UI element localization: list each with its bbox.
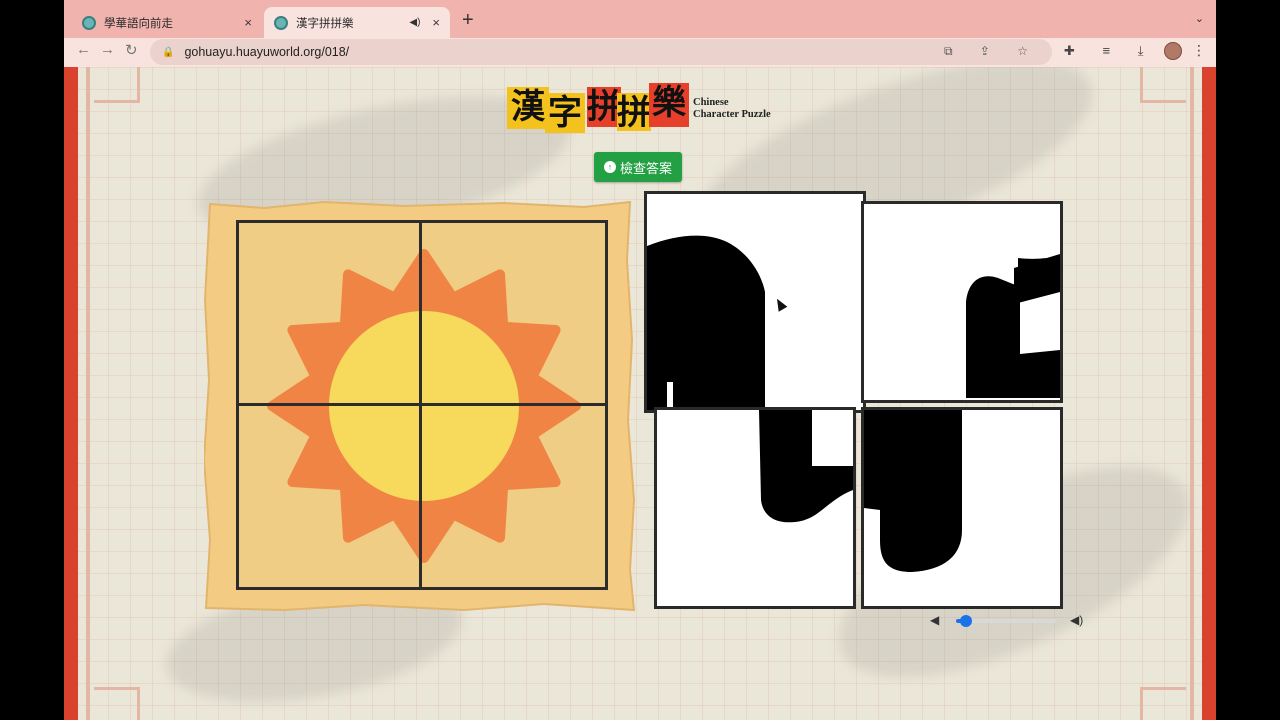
right-frame-line [1190, 67, 1194, 720]
volume-high-icon[interactable]: ◀) [1070, 613, 1083, 627]
back-icon[interactable]: ← [76, 41, 91, 58]
puzzle-tile-bottom-right[interactable] [861, 407, 1063, 609]
volume-slider-thumb[interactable] [960, 615, 972, 627]
picture-cell-bottom-left [236, 403, 422, 590]
tab-title: 漢字拼拼樂 [296, 17, 354, 30]
tab-character-puzzle[interactable]: 漢字拼拼樂 ◀) × [264, 7, 450, 38]
right-red-border [1202, 67, 1216, 720]
lock-icon[interactable]: 🔒 [162, 47, 174, 58]
browser-toolbar: ← → ↻ 🔒 gohuayu.huayuworld.org/018/ ⧉ ⇪ … [64, 38, 1216, 67]
check-answer-button[interactable]: ↑ 檢查答案 [594, 152, 682, 182]
volume-slider[interactable] [956, 615, 1056, 627]
frame-corner [94, 67, 140, 103]
picture-cell-top-left [236, 220, 422, 406]
site-favicon-icon [274, 15, 288, 30]
logo-subtitle: Chinese Character Puzzle [693, 97, 771, 121]
puzzle-tile-bottom-left[interactable] [654, 407, 856, 609]
url-text[interactable]: gohuayu.huayuworld.org/018/ [184, 45, 349, 59]
tab-search-icon[interactable]: ⌄ [1195, 12, 1204, 25]
game-page: 漢 字 拼 拼 樂 Chinese Character Puzzle ↑ 檢查答… [64, 67, 1216, 720]
character-fragment [864, 410, 962, 572]
frame-corner [94, 687, 140, 720]
puzzle-tile-top-right[interactable] [861, 201, 1063, 403]
character-fragment [647, 235, 765, 410]
picture-cell-top-right [419, 220, 608, 406]
logo-char-1: 漢 [507, 87, 549, 129]
tab-strip: 學華語向前走 × 漢字拼拼樂 ◀) × + ⌄ [64, 0, 1216, 38]
address-bar-icons[interactable]: ⧉ ⇪ ☆ [944, 44, 1040, 59]
puzzle-tile-top-left[interactable] [644, 191, 866, 413]
volume-control: ◀ ◀) [930, 613, 1090, 629]
reload-icon[interactable]: ↻ [125, 41, 138, 59]
address-bar[interactable]: 🔒 gohuayu.huayuworld.org/018/ ⧉ ⇪ ☆ [150, 39, 1052, 65]
site-favicon-icon [82, 15, 96, 30]
forward-icon[interactable]: → [100, 41, 115, 58]
picture-grid [236, 220, 608, 590]
logo-char-5: 樂 [649, 83, 689, 127]
browser-window: 學華語向前走 × 漢字拼拼樂 ◀) × + ⌄ ← → ↻ 🔒 gohuayu.… [64, 0, 1216, 720]
character-fragment [966, 254, 1060, 398]
menu-icon[interactable]: ⋮ [1192, 42, 1206, 59]
logo-char-3: 拼 [587, 87, 621, 127]
arrow-up-circle-icon: ↑ [603, 161, 616, 173]
logo-subtitle-line1: Chinese [693, 97, 729, 108]
logo-char-2: 字 [545, 93, 585, 133]
logo-subtitle-line2: Character Puzzle [693, 109, 771, 120]
frame-corner [1140, 687, 1186, 720]
picture-cell-bottom-right [419, 403, 608, 590]
tab-title: 學華語向前走 [104, 17, 173, 30]
character-fragment [759, 410, 853, 523]
profile-avatar[interactable] [1164, 42, 1182, 60]
close-tab-icon[interactable]: × [432, 15, 440, 30]
tab-learn-chinese[interactable]: 學華語向前走 × [72, 7, 262, 38]
new-tab-button[interactable]: + [462, 9, 474, 32]
left-red-border [64, 67, 78, 720]
logo-char-4: 拼 [617, 93, 651, 133]
left-frame-line [86, 67, 90, 720]
game-logo: 漢 字 拼 拼 樂 Chinese Character Puzzle [507, 83, 787, 138]
volume-low-icon[interactable]: ◀ [930, 613, 939, 627]
frame-corner [1140, 67, 1186, 103]
close-tab-icon[interactable]: × [244, 15, 252, 30]
check-answer-label: 檢查答案 [619, 160, 672, 176]
speaker-icon[interactable]: ◀) [409, 17, 420, 28]
